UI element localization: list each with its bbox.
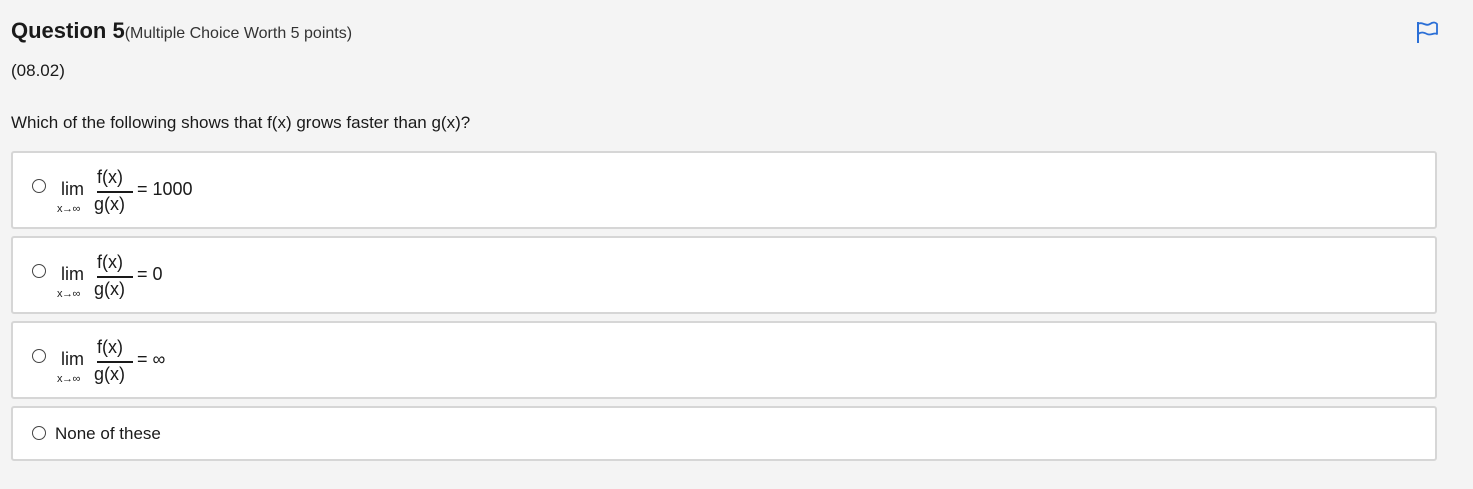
limit-subscript: x→∞ [57,203,80,215]
limit-subscript: x→∞ [57,373,80,385]
limit-expression: lim x→∞ f(x) g(x) = 1000 [57,163,357,223]
right-hand-side: = ∞ [137,349,166,369]
question-subtitle: (Multiple Choice Worth 5 points) [124,25,353,42]
fraction-bar [97,191,133,193]
flag-icon[interactable] [1414,19,1440,45]
question-code: (08.02) [11,61,65,80]
fraction-bar [97,276,133,278]
limit-expression: lim x→∞ f(x) g(x) = ∞ [57,333,357,393]
lim-label: lim [61,349,84,369]
right-hand-side: = 0 [137,264,163,284]
denominator: g(x) [94,194,125,214]
numerator: f(x) [97,167,123,187]
answer-option-4[interactable]: None of these [11,406,1437,461]
numerator: f(x) [97,252,123,272]
option-label: None of these [55,424,161,443]
answer-option-2[interactable]: lim x→∞ f(x) g(x) = 0 [11,236,1437,314]
denominator: g(x) [94,364,125,384]
question-title: Question 5 [11,18,125,43]
lim-label: lim [61,264,84,284]
radio-button[interactable] [32,264,46,278]
fraction-bar [97,361,133,363]
question-header: Question 5(Multiple Choice Worth 5 point… [11,18,352,44]
limit-subscript: x→∞ [57,288,80,300]
numerator: f(x) [97,337,123,357]
question-prompt: Which of the following shows that f(x) g… [11,113,471,132]
denominator: g(x) [94,279,125,299]
lim-label: lim [61,179,84,199]
radio-button[interactable] [32,349,46,363]
radio-button[interactable] [32,426,46,440]
answer-option-3[interactable]: lim x→∞ f(x) g(x) = ∞ [11,321,1437,399]
limit-expression: lim x→∞ f(x) g(x) = 0 [57,248,357,308]
radio-button[interactable] [32,179,46,193]
right-hand-side: = 1000 [137,179,193,199]
answer-option-1[interactable]: lim x→∞ f(x) g(x) = 1000 [11,151,1437,229]
